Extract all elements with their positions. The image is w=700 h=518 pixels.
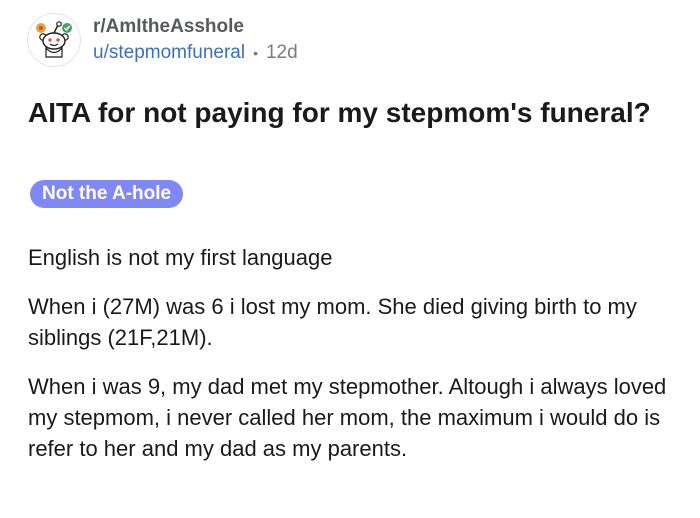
username-link[interactable]: u/stepmomfuneral — [93, 40, 245, 66]
reddit-snoo-avatar-icon — [36, 21, 72, 58]
avatar[interactable] — [27, 13, 81, 67]
post-title[interactable]: AITA for not paying for my stepmom's fun… — [28, 95, 668, 131]
post-meta: r/AmItheAsshole u/stepmomfuneral • 12d — [93, 14, 298, 66]
body-paragraph: When i (27M) was 6 i lost my mom. She di… — [28, 294, 637, 350]
subreddit-link[interactable]: r/AmItheAsshole — [93, 14, 298, 40]
post-age: 12d — [265, 42, 298, 63]
post-flair[interactable]: Not the A-hole — [30, 180, 184, 208]
post-header: r/AmItheAsshole u/stepmomfuneral • 12d — [27, 13, 298, 67]
body-paragraph: English is not my first language — [28, 245, 333, 270]
meta-separator: • — [253, 45, 258, 61]
post-body: English is not my first language When i … — [28, 242, 678, 482]
user-line: u/stepmomfuneral • 12d — [93, 40, 298, 66]
body-paragraph: When i was 9, my dad met my stepmother. … — [28, 374, 667, 461]
reddit-post: r/AmItheAsshole u/stepmomfuneral • 12d A… — [0, 0, 700, 518]
